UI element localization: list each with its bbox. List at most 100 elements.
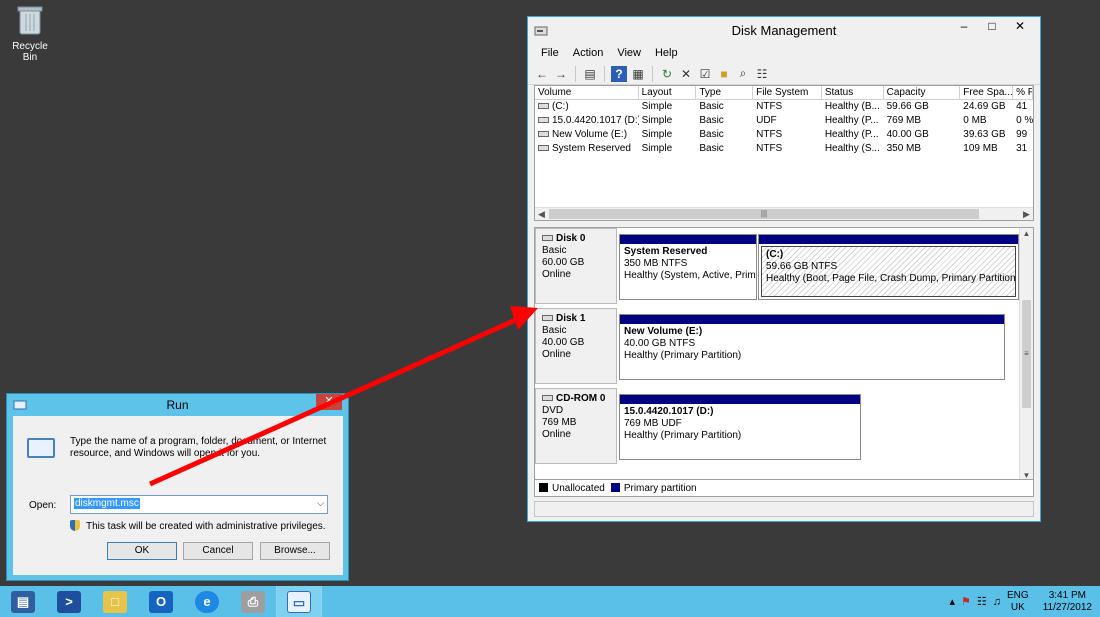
disk-icon — [542, 315, 553, 322]
layout-cell: Simple — [641, 143, 673, 154]
menu-help[interactable]: Help — [648, 45, 685, 63]
system-tray: ▴ ⚑ ☷ ♫ ENG UK 3:41 PM 11/27/2012 — [949, 586, 1092, 617]
forward-icon[interactable]: → — [553, 66, 569, 82]
disk-type: Basic — [542, 325, 567, 336]
open-input-value[interactable]: diskmgmt.msc — [74, 498, 140, 509]
col-capacity[interactable]: Capacity — [884, 86, 961, 99]
cancel-button[interactable]: Cancel — [183, 542, 253, 560]
check-icon[interactable]: ☑ — [697, 66, 713, 82]
taskbar-file-explorer[interactable]: □ — [92, 586, 138, 617]
close-icon: ✕ — [324, 395, 334, 407]
volume-icon[interactable]: ♫ — [993, 596, 1001, 608]
col-file-system[interactable]: File System — [753, 86, 822, 99]
menu-action[interactable]: Action — [566, 45, 611, 63]
show-hidden-icons-icon[interactable]: ▴ — [949, 595, 955, 608]
ok-button[interactable]: OK — [107, 542, 177, 560]
col-layout[interactable]: Layout — [639, 86, 697, 99]
partition-e[interactable]: New Volume (E:) 40.00 GB NTFS Healthy (P… — [619, 314, 1005, 380]
horizontal-scrollbar[interactable]: ◀ ||| ▶ — [535, 207, 1033, 220]
clock-date: 11/27/2012 — [1042, 601, 1092, 613]
scroll-right-icon[interactable]: ▶ — [1020, 208, 1033, 220]
taskbar-server-manager[interactable]: ▤ — [0, 586, 46, 617]
partition-status: Healthy (Boot, Page File, Crash Dump, Pr… — [766, 273, 1016, 284]
admin-note-text: This task will be created with administr… — [86, 521, 326, 532]
unallocated-swatch — [539, 482, 548, 492]
internet-explorer-icon: e — [195, 590, 219, 613]
scroll-thumb[interactable]: ≡ — [1022, 300, 1031, 408]
show-hide-console-tree-icon[interactable]: ▤ — [582, 66, 598, 82]
close-button[interactable]: ✕ — [1006, 17, 1034, 37]
scroll-thumb[interactable]: ||| — [549, 209, 979, 219]
free-cell: 24.69 GB — [963, 101, 1006, 112]
taskbar-powershell[interactable]: > — [46, 586, 92, 617]
disk-info-cdrom[interactable]: CD-ROM 0 DVD 769 MB Online — [535, 388, 617, 464]
folder-icon: □ — [103, 590, 127, 613]
partition-status: Healthy (System, Active, Prim — [624, 270, 756, 281]
disk-info-0[interactable]: Disk 0 Basic 60.00 GB Online — [535, 228, 617, 304]
disk-size: 40.00 GB — [542, 337, 585, 348]
maximize-button[interactable]: □ — [978, 17, 1006, 37]
help-icon[interactable]: ? — [611, 65, 627, 82]
minimize-button[interactable]: ‒ — [950, 17, 978, 37]
refresh-icon[interactable]: ↻ — [659, 66, 675, 82]
disk-info-1[interactable]: Disk 1 Basic 40.00 GB Online — [535, 308, 617, 384]
type-cell: Basic — [699, 101, 724, 112]
disk-name: Disk 0 — [556, 233, 586, 244]
run-app-icon[interactable] — [13, 398, 27, 412]
table-row[interactable]: 15.0.4420.1017 (D:) Simple Basic UDF Hea… — [535, 114, 1033, 128]
disk-type: Basic — [542, 245, 567, 256]
taskbar-internet-explorer[interactable]: e — [184, 586, 230, 617]
pct-cell: 99 — [1016, 129, 1028, 140]
properties-sheet-icon[interactable]: ☷ — [754, 66, 770, 82]
run-body: Type the name of a program, folder, docu… — [13, 416, 343, 575]
col-volume[interactable]: Volume — [535, 86, 639, 99]
clock[interactable]: 3:41 PM 11/27/2012 — [1043, 590, 1092, 614]
toolbar-separator — [652, 65, 653, 82]
dm-titlebar[interactable]: Disk Management ‒ □ ✕ — [528, 17, 1040, 45]
input-language[interactable]: ENG UK — [1007, 590, 1029, 614]
table-row[interactable]: New Volume (E:) Simple Basic NTFS Health… — [535, 128, 1033, 142]
volume-name: 15.0.4420.1017 (D:) — [552, 115, 639, 126]
partition-bar — [620, 395, 860, 404]
open-folder-icon[interactable]: ■ — [716, 66, 732, 82]
scroll-left-icon[interactable]: ◀ — [535, 208, 548, 220]
col-type[interactable]: Type — [696, 86, 754, 99]
volume-cell: 15.0.4420.1017 (D:) — [535, 114, 639, 128]
recycle-bin-shortcut[interactable]: Recycle Bin — [4, 4, 56, 63]
drive-icon — [538, 145, 549, 152]
run-dialog: Run ✕ Type the name of a program, folder… — [6, 393, 349, 581]
admin-note: This task will be created with administr… — [70, 520, 326, 532]
search-icon[interactable]: ⌕ — [735, 66, 751, 82]
partition-system-reserved[interactable]: System Reserved 350 MB NTFS Healthy (Sys… — [619, 234, 757, 300]
cd-drive-icon — [542, 395, 553, 402]
action-center-icon[interactable]: ⚑ — [961, 595, 971, 608]
table-row[interactable]: System Reserved Simple Basic NTFS Health… — [535, 142, 1033, 156]
scroll-up-icon[interactable]: ▲ — [1020, 228, 1033, 240]
taskbar-run[interactable]: ▭ — [276, 586, 322, 617]
chevron-down-icon[interactable]: ⌵ — [317, 498, 324, 509]
partition-size: 59.66 GB NTFS — [766, 261, 838, 272]
disk-management-app-icon[interactable] — [534, 24, 548, 38]
run-close-button[interactable]: ✕ — [316, 394, 342, 410]
open-combobox[interactable]: diskmgmt.msc ⌵ — [70, 495, 328, 514]
menu-file[interactable]: File — [534, 45, 566, 63]
vertical-scrollbar[interactable]: ▲ ≡ ▼ — [1019, 228, 1033, 482]
back-icon[interactable]: ← — [534, 66, 550, 82]
disk-row-0: Disk 0 Basic 60.00 GB Online System Rese… — [535, 228, 1019, 306]
col-free-space[interactable]: Free Spa... — [960, 86, 1014, 99]
col-percent-free[interactable]: % F — [1013, 86, 1033, 99]
menu-view[interactable]: View — [610, 45, 648, 63]
delete-icon[interactable]: ✕ — [678, 66, 694, 82]
disk-management-window: Disk Management ‒ □ ✕ File Action View H… — [527, 16, 1041, 522]
partition-name: 15.0.4420.1017 (D:) — [624, 406, 714, 417]
browse-button[interactable]: Browse... — [260, 542, 330, 560]
table-row[interactable]: (C:) Simple Basic NTFS Healthy (B... 59.… — [535, 100, 1033, 114]
properties-icon[interactable]: ▦ — [630, 66, 646, 82]
partition-d[interactable]: 15.0.4420.1017 (D:) 769 MB UDF Healthy (… — [619, 394, 861, 460]
taskbar-outlook[interactable]: O — [138, 586, 184, 617]
network-icon[interactable]: ☷ — [977, 595, 987, 608]
col-status[interactable]: Status — [822, 86, 884, 99]
partition-c[interactable]: (C:) 59.66 GB NTFS Healthy (Boot, Page F… — [758, 234, 1019, 300]
taskbar-printer[interactable]: ⎙ — [230, 586, 276, 617]
run-titlebar[interactable]: Run ✕ — [7, 394, 348, 416]
